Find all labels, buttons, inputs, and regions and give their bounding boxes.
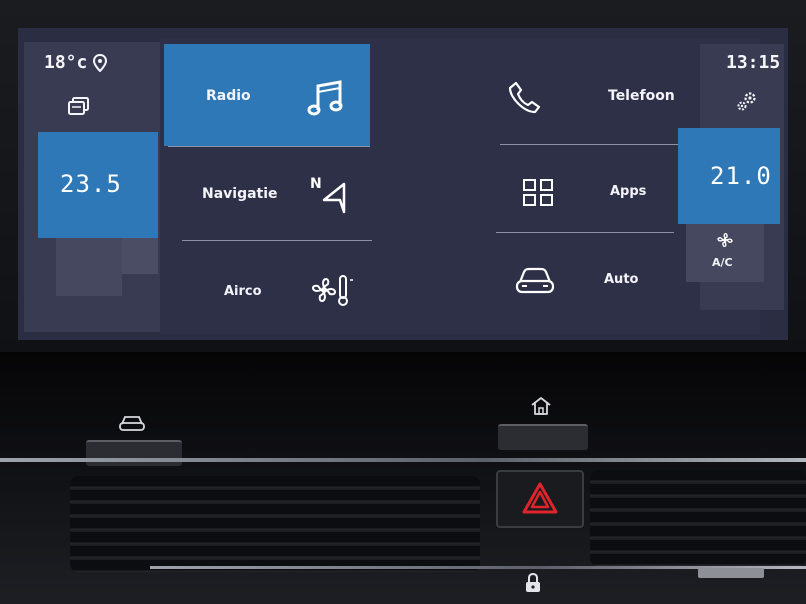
ac-label: A/C bbox=[712, 256, 733, 269]
apps-tile[interactable]: Apps bbox=[494, 162, 694, 238]
fan-icon bbox=[716, 232, 734, 248]
passenger-temperature-button[interactable]: 21.0 bbox=[678, 128, 780, 224]
left-climate-panel: 18°c 23.5 bbox=[24, 42, 162, 332]
phone-tile[interactable]: Telefoon bbox=[494, 66, 694, 136]
car-front-icon bbox=[514, 266, 556, 296]
seat-heat-zone bbox=[56, 238, 122, 296]
driver-temperature-value: 23.5 bbox=[60, 170, 122, 198]
home-hard-button[interactable] bbox=[498, 424, 588, 450]
phone-label: Telefoon bbox=[608, 88, 675, 104]
left-air-vent[interactable] bbox=[70, 476, 480, 572]
home-icon bbox=[530, 396, 552, 416]
auto-tile[interactable]: Auto bbox=[494, 252, 694, 328]
airco-label: Airco bbox=[224, 284, 262, 299]
auto-label: Auto bbox=[604, 272, 639, 287]
hazard-button[interactable] bbox=[496, 470, 584, 528]
apps-label: Apps bbox=[610, 184, 647, 199]
main-menu: Radio Navigatie N Airco Telefoon Apps Au… bbox=[160, 38, 760, 334]
driver-temperature-button[interactable]: 23.5 bbox=[38, 132, 158, 238]
navigation-tile[interactable]: Navigatie N bbox=[182, 164, 382, 244]
chrome-trim bbox=[0, 458, 806, 462]
ac-button[interactable]: A/C bbox=[686, 224, 764, 282]
gears-icon[interactable] bbox=[736, 90, 760, 112]
svg-text:N: N bbox=[310, 176, 322, 192]
radio-label: Radio bbox=[206, 88, 251, 104]
location-pin-icon[interactable] bbox=[92, 53, 108, 73]
navigation-label: Navigatie bbox=[202, 186, 278, 202]
radio-tile[interactable]: Radio bbox=[164, 44, 370, 146]
right-air-vent[interactable] bbox=[590, 470, 806, 566]
clock: 13:15 bbox=[726, 52, 781, 73]
fan-thermometer-icon bbox=[310, 272, 354, 308]
divider bbox=[182, 240, 372, 241]
divider bbox=[496, 232, 674, 233]
vehicle-hard-button[interactable] bbox=[86, 440, 182, 466]
airco-tile[interactable]: Airco bbox=[182, 256, 382, 336]
infotainment-screen: 18°c 23.5 Radio Navigatie N Airco Telefo… bbox=[18, 28, 788, 340]
phone-handset-icon bbox=[508, 80, 541, 114]
app-grid-icon bbox=[522, 178, 554, 208]
divider bbox=[500, 144, 684, 145]
outside-temperature: 18°c bbox=[44, 52, 88, 73]
divider bbox=[168, 146, 370, 147]
music-note-icon bbox=[306, 78, 344, 118]
seat-heat-zone-small bbox=[122, 238, 158, 274]
media-pages-icon[interactable] bbox=[68, 97, 90, 115]
vent-slider-tab[interactable] bbox=[698, 568, 764, 578]
car-icon bbox=[118, 414, 146, 432]
compass-arrow-icon: N bbox=[310, 174, 348, 214]
hazard-triangle-icon bbox=[522, 482, 558, 514]
lock-icon[interactable] bbox=[524, 572, 542, 594]
passenger-temperature-value: 21.0 bbox=[710, 162, 772, 190]
